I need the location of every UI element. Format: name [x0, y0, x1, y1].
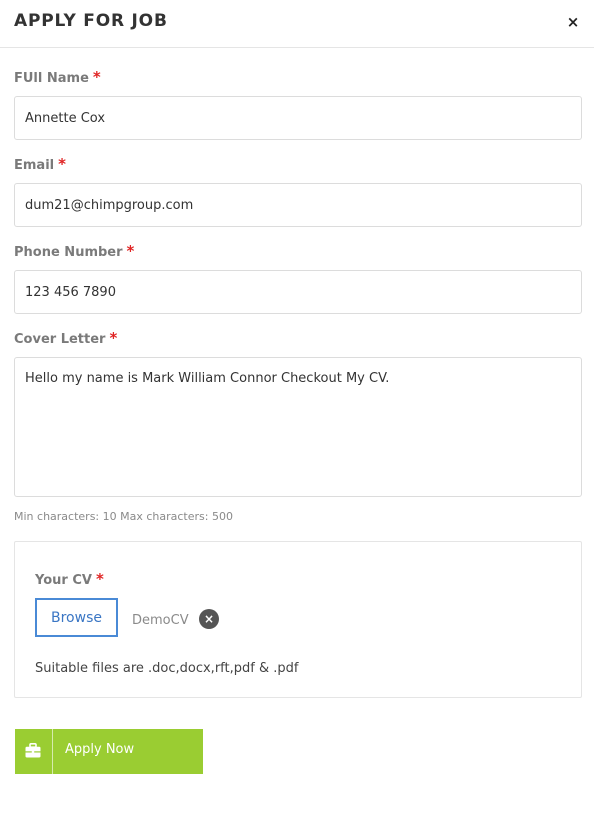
cv-label-text: Your CV: [35, 573, 92, 588]
full-name-label: FUll Name *: [14, 68, 101, 86]
remove-file-icon[interactable]: ×: [199, 609, 219, 629]
cv-upload-panel: Your CV * Browse DemoCV × Suitable files …: [14, 541, 582, 698]
cover-letter-label: Cover Letter *: [14, 329, 117, 347]
full-name-input[interactable]: [14, 96, 582, 140]
apply-now-label: Apply Now: [65, 742, 135, 757]
browse-button[interactable]: Browse: [35, 598, 118, 637]
close-icon[interactable]: ×: [565, 12, 581, 32]
apply-now-button[interactable]: Apply Now: [15, 729, 203, 774]
required-asterisk: *: [95, 570, 104, 588]
modal-header: APPLY FOR JOB ×: [0, 0, 594, 48]
required-asterisk: *: [109, 329, 118, 347]
character-limit-hint: Min characters: 10 Max characters: 500: [14, 510, 233, 523]
modal-title: APPLY FOR JOB: [14, 11, 168, 31]
cv-label: Your CV *: [35, 570, 104, 588]
phone-label: Phone Number *: [14, 242, 134, 260]
required-asterisk: *: [92, 68, 101, 86]
suitable-files-note: Suitable files are .doc,docx,rft,pdf & .…: [35, 661, 299, 676]
required-asterisk: *: [58, 155, 66, 173]
cover-letter-label-text: Cover Letter: [14, 332, 106, 347]
full-name-label-text: FUll Name: [14, 71, 89, 86]
required-asterisk: *: [126, 242, 135, 260]
email-input[interactable]: [14, 183, 582, 227]
email-label-text: Email: [14, 158, 55, 173]
email-label: Email *: [14, 155, 66, 173]
briefcase-icon: [15, 729, 53, 774]
phone-input[interactable]: [14, 270, 582, 314]
cover-letter-textarea[interactable]: Hello my name is Mark William Connor Che…: [14, 357, 582, 497]
phone-label-text: Phone Number: [14, 245, 123, 260]
uploaded-file-name: DemoCV: [132, 613, 189, 628]
